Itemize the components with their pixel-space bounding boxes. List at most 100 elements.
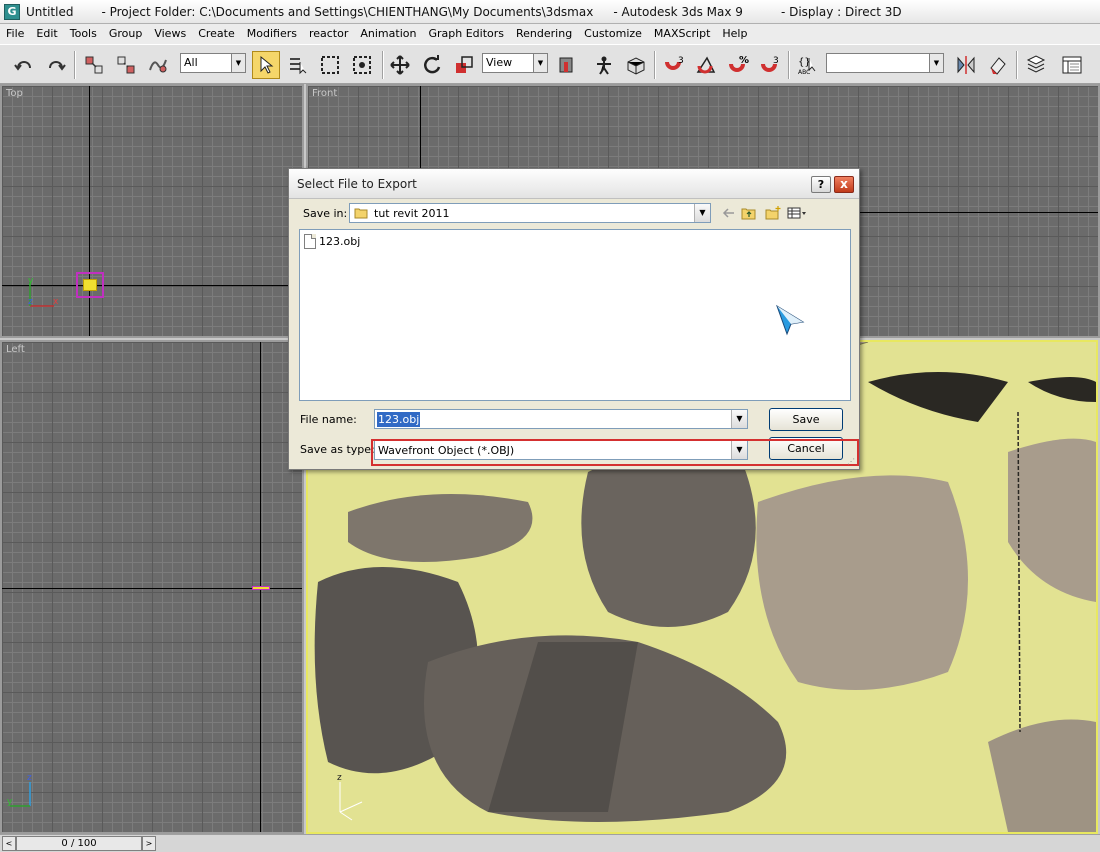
menu-maxscript[interactable]: MAXScript — [648, 24, 716, 44]
previous-frame-label: < — [5, 839, 13, 848]
viewport-top[interactable]: Top y x z — [0, 84, 304, 338]
bind-space-warp-button[interactable] — [144, 51, 172, 79]
unlink-selection-button[interactable] — [112, 51, 140, 79]
resize-grip-icon[interactable]: ⋰ — [847, 457, 857, 467]
view-menu-icon — [787, 207, 806, 219]
file-name-input[interactable]: 123.obj ▼ — [374, 409, 748, 429]
menu-edit[interactable]: Edit — [30, 24, 63, 44]
menu-graph-editors[interactable]: Graph Editors — [422, 24, 510, 44]
named-selection-sets-dropdown[interactable]: ▼ — [826, 53, 944, 73]
selection-filter-dropdown[interactable]: All ▼ — [180, 53, 246, 73]
3dsmax-window: G Untitled - Project Folder: C:\Document… — [0, 0, 1100, 852]
menu-customize[interactable]: Customize — [578, 24, 648, 44]
create-new-folder-button[interactable] — [763, 204, 783, 222]
chevron-down-icon: ▼ — [731, 410, 747, 428]
view-menu-button[interactable] — [787, 204, 807, 222]
dialog-title-bar[interactable]: Select File to Export ? x — [289, 169, 859, 199]
use-pivot-center-button[interactable] — [552, 51, 580, 79]
cursor-arrow-icon — [260, 55, 274, 74]
manipulate-icon — [597, 56, 611, 75]
mirror-button[interactable] — [952, 51, 980, 79]
menu-views[interactable]: Views — [148, 24, 192, 44]
edit-named-selection-button[interactable]: {} ABC — [794, 51, 822, 79]
menu-modifiers[interactable]: Modifiers — [241, 24, 303, 44]
viewport-label-front[interactable]: Front — [312, 88, 337, 99]
select-and-rotate-button[interactable] — [418, 51, 446, 79]
viewport-label-top[interactable]: Top — [6, 88, 23, 99]
select-and-move-button[interactable] — [386, 51, 414, 79]
selected-object-bounds[interactable] — [76, 272, 104, 298]
close-icon: x — [840, 177, 848, 191]
select-by-name-button[interactable] — [284, 51, 312, 79]
menu-tools[interactable]: Tools — [64, 24, 103, 44]
close-button[interactable]: x — [834, 176, 854, 193]
menu-file[interactable]: File — [0, 24, 30, 44]
snaps-toggle-button[interactable]: 3 — [660, 51, 688, 79]
menu-rendering[interactable]: Rendering — [510, 24, 578, 44]
toolbar-separator — [74, 51, 76, 79]
select-object-button[interactable] — [252, 51, 280, 79]
reference-coordinate-dropdown[interactable]: View ▼ — [482, 53, 548, 73]
percent-snap-toggle-button[interactable]: % — [724, 51, 752, 79]
save-in-dropdown[interactable]: tut revit 2011 ▼ — [349, 203, 711, 223]
window-crossing-button[interactable] — [348, 51, 376, 79]
curve-editor-button[interactable] — [1058, 51, 1086, 79]
viewport-left[interactable]: Left z y — [0, 340, 304, 834]
time-slider[interactable]: 0 / 100 — [16, 836, 142, 851]
help-icon: ? — [817, 178, 825, 191]
time-slider-value: 0 / 100 — [61, 838, 97, 849]
menu-help[interactable]: Help — [716, 24, 753, 44]
rectangular-selection-button[interactable] — [316, 51, 344, 79]
rotate-icon — [424, 55, 441, 74]
align-button[interactable] — [984, 51, 1012, 79]
file-list[interactable]: 123.obj — [299, 229, 851, 401]
select-and-manipulate-button[interactable] — [590, 51, 618, 79]
folder-icon — [354, 208, 368, 219]
menu-group[interactable]: Group — [103, 24, 149, 44]
toolbar-separator — [1016, 51, 1018, 79]
angle-snap-toggle-button[interactable] — [692, 51, 720, 79]
title-document: Untitled — [26, 4, 74, 19]
list-item[interactable]: 123.obj — [304, 234, 360, 249]
mirror-icon — [957, 56, 975, 74]
toolbar-separator — [788, 51, 790, 79]
select-and-scale-button[interactable] — [450, 51, 478, 79]
next-frame-button[interactable]: > — [142, 836, 156, 851]
selected-object[interactable] — [83, 279, 97, 291]
snap-label: 3 — [678, 56, 684, 66]
mouse-cursor-icon — [776, 304, 805, 336]
up-one-level-button[interactable] — [739, 204, 759, 222]
spinner-snap-label: 3 — [773, 56, 779, 66]
back-button[interactable] — [719, 204, 739, 222]
select-and-link-button[interactable] — [80, 51, 108, 79]
axis-tripod-icon: z — [337, 773, 363, 821]
title-app-name: - Autodesk 3ds Max 9 — [613, 4, 743, 19]
selected-object[interactable] — [252, 586, 270, 590]
axis-tripod-icon: y x z — [28, 278, 59, 307]
undo-button[interactable] — [10, 51, 38, 79]
menu-create[interactable]: Create — [192, 24, 241, 44]
previous-frame-button[interactable]: < — [2, 836, 16, 851]
file-icon — [304, 234, 316, 249]
redo-button[interactable] — [42, 51, 70, 79]
reference-coordinate-value: View — [486, 56, 513, 69]
layer-manager-button[interactable] — [1022, 51, 1050, 79]
title-project-folder: - Project Folder: C:\Documents and Setti… — [101, 4, 594, 19]
menu-animation[interactable]: Animation — [354, 24, 422, 44]
space-warp-icon — [149, 59, 167, 73]
chevron-down-icon: ▼ — [533, 54, 547, 72]
save-in-value: tut revit 2011 — [374, 207, 450, 220]
keyboard-shortcut-override-button[interactable] — [622, 51, 650, 79]
3dsmax-app-icon[interactable]: G — [4, 3, 20, 20]
rectangle-selection-icon — [321, 56, 339, 74]
save-button[interactable]: Save — [769, 408, 843, 431]
select-by-name-icon — [290, 58, 307, 75]
menu-reactor[interactable]: reactor — [303, 24, 354, 44]
spinner-snap-toggle-button[interactable]: 3 — [756, 51, 784, 79]
track-view-icon — [1062, 56, 1082, 74]
save-in-label: Save in: — [303, 207, 348, 220]
spinner-snap-icon: 3 — [761, 56, 779, 72]
magnet-snap-icon: 3 — [665, 56, 684, 70]
help-button[interactable]: ? — [811, 176, 831, 193]
viewport-label-left[interactable]: Left — [6, 344, 25, 355]
